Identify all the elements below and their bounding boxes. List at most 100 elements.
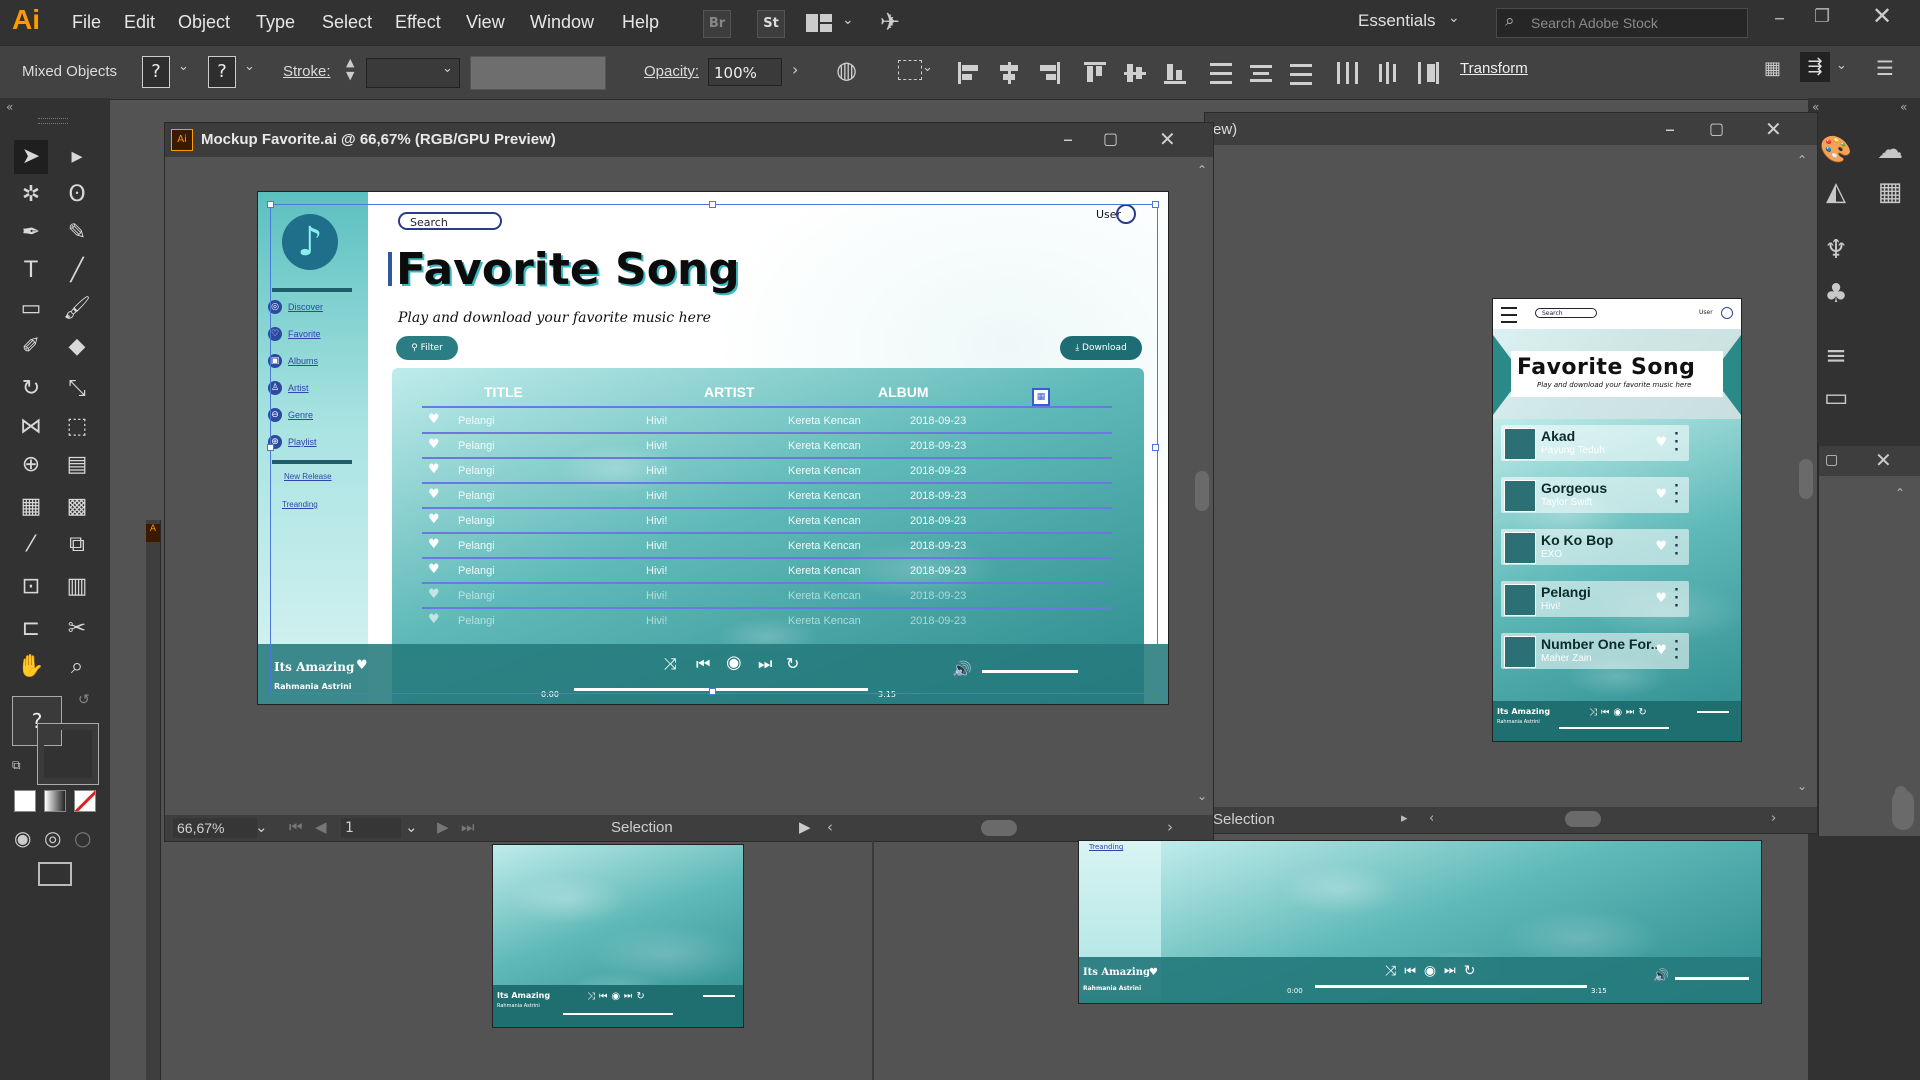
horizontal-scrollbar-thumb[interactable] — [1565, 811, 1601, 827]
scroll-up-icon[interactable]: ⌃ — [1895, 486, 1905, 500]
first-artboard-icon[interactable]: ⏮ — [289, 818, 303, 836]
hand-tool-icon[interactable]: ✋ — [14, 650, 48, 684]
bridge-icon[interactable]: Br — [703, 10, 731, 38]
selection-handle[interactable] — [1152, 444, 1159, 451]
heart-icon[interactable]: ♥ — [1655, 539, 1667, 554]
magic-wand-tool-icon[interactable]: ✲ — [14, 178, 48, 212]
user-avatar-icon[interactable] — [1721, 307, 1733, 319]
eyedropper-tool-icon[interactable]: ⁄ — [14, 528, 48, 562]
minimize-button[interactable]: – — [1063, 127, 1073, 151]
heart-icon[interactable]: ♥ — [428, 462, 440, 477]
draw-inside-icon[interactable]: ○ — [74, 826, 91, 850]
nav-artist[interactable]: Artist — [288, 383, 309, 393]
search-field[interactable]: Search — [398, 212, 502, 230]
symbol-sprayer-tool-icon[interactable]: ⊡ — [14, 570, 48, 604]
bottom-left-volume-slider[interactable] — [703, 995, 735, 997]
calendar-icon[interactable]: ▦ — [1032, 388, 1050, 406]
shuffle-icon[interactable]: ⤨ — [664, 654, 677, 674]
symbols-panel-icon[interactable]: ♣ — [1818, 276, 1854, 312]
menu-file[interactable]: File — [72, 12, 101, 33]
status-menu-icon[interactable]: ▶ — [799, 818, 811, 836]
chevron-down-icon[interactable]: ⌄ — [405, 818, 418, 836]
heart-icon[interactable]: ♥ — [1655, 487, 1667, 502]
previous-artboard-icon[interactable]: ◀ — [315, 818, 327, 836]
last-artboard-icon[interactable]: ⏭ — [461, 818, 475, 836]
gradient-mode-icon[interactable] — [44, 790, 66, 812]
more-options-icon[interactable]: · · · — [1674, 428, 1679, 457]
horizontal-scrollbar-thumb[interactable] — [981, 820, 1017, 836]
bottom-right-player-controls[interactable]: ⤨⏮◉⏭↻ — [1385, 963, 1483, 979]
chevron-right-icon[interactable]: › — [792, 60, 798, 79]
bottom-right-artboard[interactable]: Treanding Its Amazing ♥ Rahmania Astrini… — [1078, 840, 1762, 1004]
heart-icon[interactable]: ♥ — [1655, 435, 1667, 450]
stroke-swatch[interactable]: ? — [208, 56, 236, 88]
previous-icon[interactable]: ⏮ — [696, 654, 710, 674]
minimize-button[interactable]: – — [1665, 117, 1675, 141]
nav-treanding[interactable]: Treanding — [282, 500, 318, 509]
selection-handle[interactable] — [709, 688, 716, 695]
scroll-down-icon[interactable]: ⌄ — [1797, 779, 1807, 793]
minimize-window-button[interactable]: – — [1774, 6, 1785, 31]
eraser-tool-icon[interactable]: ◆ — [60, 330, 94, 364]
swap-fill-stroke-icon[interactable]: ↺ — [78, 692, 90, 708]
align-bottom-icon[interactable] — [1162, 60, 1188, 86]
paintbrush-tool-icon[interactable]: 🖌 — [60, 292, 94, 326]
shaper-tool-icon[interactable]: ✐ — [14, 330, 48, 364]
play-icon[interactable]: ◉ — [726, 652, 742, 673]
restore-window-button[interactable]: ❐ — [1814, 6, 1830, 27]
nav-new-release[interactable]: New Release — [284, 472, 334, 481]
direct-selection-tool-icon[interactable]: ▸ — [60, 140, 94, 174]
opacity-label[interactable]: Opacity: — [644, 63, 699, 80]
repeat-icon[interactable]: ↻ — [786, 654, 799, 673]
song-card[interactable]: Number One For.. Maher Zain ♥ · · · — [1501, 633, 1689, 669]
heart-icon[interactable]: ♥ — [428, 487, 440, 502]
pen-tool-icon[interactable]: ✒ — [14, 216, 48, 250]
menu-edit[interactable]: Edit — [124, 12, 155, 33]
stroke-color-box[interactable] — [37, 723, 99, 785]
column-header-title[interactable]: TITLE — [484, 384, 523, 400]
volume-icon[interactable]: 🔊 — [952, 660, 972, 679]
artboard-number-field[interactable]: 1 — [341, 818, 401, 838]
distribute-right-icon[interactable] — [1414, 60, 1440, 86]
nav-discover[interactable]: Discover — [288, 302, 323, 312]
align-horizontal-center-icon[interactable] — [996, 60, 1022, 86]
color-panel-icon[interactable]: 🎨 — [1818, 132, 1854, 168]
gradient-tool-icon[interactable]: ▩ — [60, 490, 94, 524]
bottom-left-artboard[interactable]: Its Amazing Rahmania Astrini ⤨⏮◉⏭↻ — [492, 844, 744, 1028]
chevron-down-icon[interactable]: ⌄ — [178, 59, 189, 74]
scale-tool-icon[interactable]: ⤡ — [60, 372, 94, 406]
menu-window[interactable]: Window — [530, 12, 594, 33]
heart-icon[interactable]: ♥ — [1655, 643, 1667, 658]
stroke-stepper[interactable]: ▲ ▼ — [346, 56, 354, 82]
lasso-tool-icon[interactable]: ʘ — [60, 178, 94, 212]
heart-icon[interactable]: ♥ — [428, 512, 440, 527]
draw-normal-icon[interactable]: ◉ — [14, 826, 31, 850]
width-tool-icon[interactable]: ⋈ — [14, 410, 48, 444]
scroll-left-icon[interactable]: ‹ — [1429, 811, 1434, 826]
distribute-vertical-center-icon[interactable] — [1248, 60, 1274, 86]
opacity-field[interactable]: 100% — [708, 58, 782, 86]
zoom-tool-icon[interactable]: ⌕ — [60, 650, 94, 684]
none-mode-icon[interactable] — [74, 790, 96, 812]
default-fill-stroke-icon[interactable]: ⧉ — [12, 758, 21, 773]
menu-object[interactable]: Object — [178, 12, 230, 33]
fill-swatch[interactable]: ? — [142, 56, 170, 88]
nav-genre[interactable]: Genre — [288, 410, 313, 420]
screen-mode-icon[interactable] — [38, 862, 72, 886]
song-card[interactable]: Ko Ko Bop EXO ♥ · · · — [1501, 529, 1689, 565]
chevron-down-icon[interactable]: ⌄ — [442, 61, 453, 76]
scroll-down-icon[interactable]: ⌄ — [1197, 789, 1207, 803]
slice-tool-icon[interactable]: ✂ — [60, 612, 94, 646]
maximize-button[interactable]: ▢ — [1709, 119, 1724, 138]
cc-libraries-icon[interactable]: ☁ — [1872, 132, 1908, 168]
close-button[interactable]: ✕ — [1875, 448, 1892, 472]
stroke-label[interactable]: Stroke: — [283, 63, 331, 80]
heart-icon[interactable]: ♥ — [1149, 967, 1158, 978]
scroll-up-icon[interactable]: ⌃ — [1197, 163, 1207, 177]
maximize-button[interactable]: ▢ — [1825, 452, 1838, 468]
vertical-scrollbar-thumb[interactable] — [1799, 459, 1813, 499]
color-guide-icon[interactable]: ◭ — [1818, 174, 1854, 210]
color-mode-icon[interactable] — [14, 790, 36, 812]
collapse-panel-icon[interactable]: « — [6, 100, 13, 114]
heart-icon[interactable]: ♥ — [428, 612, 440, 627]
